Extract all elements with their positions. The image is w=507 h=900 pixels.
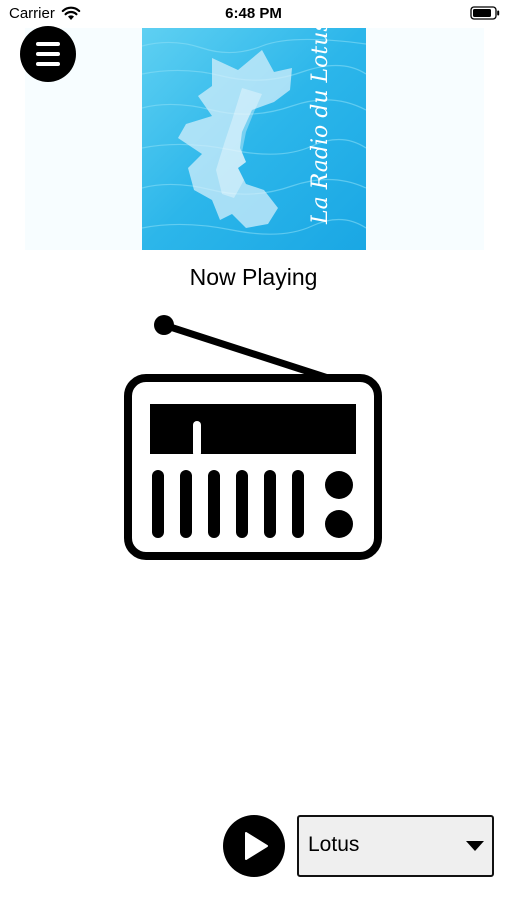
battery-icon: [470, 6, 500, 20]
radio-icon: [124, 315, 382, 560]
cover-title: La Radio du Lotus: [308, 20, 333, 224]
menu-icon: [36, 42, 60, 66]
station-select-value: Lotus: [308, 833, 360, 856]
station-select[interactable]: Lotus: [297, 815, 494, 877]
chevron-down-icon: [466, 841, 484, 851]
menu-button[interactable]: [20, 26, 76, 82]
status-bar: Carrier 6:48 PM: [0, 0, 507, 28]
play-icon: [245, 832, 268, 860]
now-playing-label: Now Playing: [189, 264, 318, 290]
play-button[interactable]: [223, 815, 285, 877]
status-time: 6:48 PM: [225, 5, 282, 22]
